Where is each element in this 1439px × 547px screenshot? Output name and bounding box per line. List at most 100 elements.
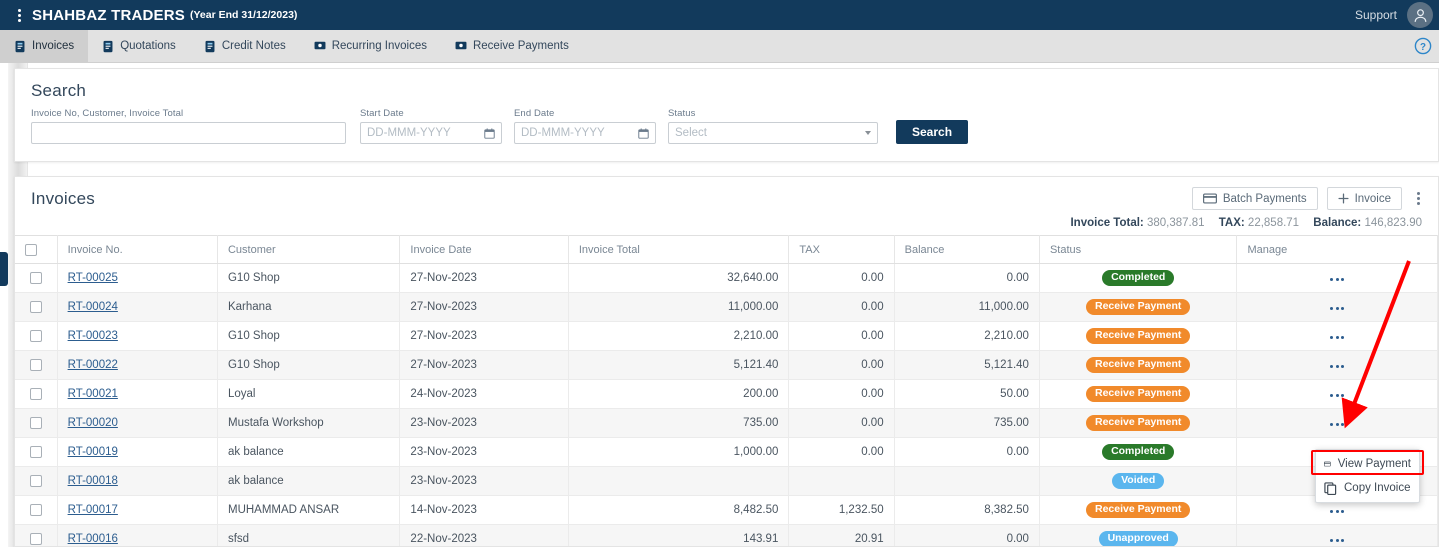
plus-icon <box>1338 193 1349 204</box>
row-actions-icon[interactable] <box>1330 510 1345 514</box>
tab-invoices[interactable]: Invoices <box>0 30 89 62</box>
row-checkbox[interactable] <box>29 359 42 372</box>
column-header-invoice-total[interactable]: Invoice Total <box>568 235 790 264</box>
row-checkbox[interactable] <box>29 330 42 343</box>
table-row[interactable]: RT-00018 ak balance 23-Nov-2023 Voided <box>15 466 1438 497</box>
row-actions-icon[interactable] <box>1330 365 1345 369</box>
row-select-cell <box>15 408 58 439</box>
status-badge[interactable]: Completed <box>1102 270 1175 287</box>
invoices-toolbar: Batch Payments Invoice <box>1191 187 1426 210</box>
chevron-down-icon <box>865 131 871 135</box>
status-badge[interactable]: Voided <box>1112 473 1165 490</box>
column-header-tax[interactable]: TAX <box>788 235 895 264</box>
status-select[interactable]: Select <box>668 122 878 144</box>
row-select-cell <box>15 350 58 381</box>
column-header-invoice-date[interactable]: Invoice Date <box>399 235 569 264</box>
credit-note-icon <box>204 40 216 53</box>
calendar-icon[interactable] <box>484 127 495 139</box>
invoice-number-link[interactable]: RT-00023 <box>68 330 118 342</box>
tab-credit-notes[interactable]: Credit Notes <box>190 30 300 62</box>
card-icon <box>1324 461 1331 467</box>
cell-manage <box>1236 292 1438 323</box>
row-checkbox[interactable] <box>29 533 42 546</box>
row-checkbox[interactable] <box>29 504 42 517</box>
table-row[interactable]: RT-00021 Loyal 24-Nov-2023 200.00 0.00 50.00 R… <box>15 379 1438 410</box>
tab-recurring-invoices[interactable]: Recurring Invoices <box>300 30 441 62</box>
invoice-number-link[interactable]: RT-00018 <box>68 475 118 487</box>
support-link[interactable]: Support <box>1355 8 1397 22</box>
invoice-number-link[interactable]: RT-00024 <box>68 301 118 313</box>
cell-manage <box>1236 524 1438 546</box>
row-checkbox[interactable] <box>29 388 42 401</box>
table-header-row: Invoice No. Customer Invoice Date Invoic… <box>15 235 1438 264</box>
row-actions-icon[interactable] <box>1330 307 1345 311</box>
tab-quotations[interactable]: Quotations <box>88 30 190 62</box>
column-header-invoice-no[interactable]: Invoice No. <box>57 235 218 264</box>
search-fields-row: Invoice No, Customer, Invoice Total Star… <box>15 101 1438 144</box>
invoice-number-link[interactable]: RT-00025 <box>68 272 118 284</box>
invoice-number-link[interactable]: RT-00020 <box>68 417 118 429</box>
table-row[interactable]: RT-00024 Karhana 27-Nov-2023 11,000.00 0.00 1… <box>15 292 1438 323</box>
row-actions-icon[interactable] <box>1330 278 1345 281</box>
status-badge[interactable]: Receive Payment <box>1086 357 1191 374</box>
invoice-number-link[interactable]: RT-00016 <box>68 533 118 545</box>
row-actions-icon[interactable] <box>1330 394 1345 398</box>
cell-status: Receive Payment <box>1039 495 1238 526</box>
avatar[interactable] <box>1407 2 1433 28</box>
row-checkbox[interactable] <box>29 475 42 488</box>
row-checkbox[interactable] <box>29 417 42 430</box>
tab-receive-payments[interactable]: Receive Payments <box>441 30 583 62</box>
status-badge[interactable]: Receive Payment <box>1086 299 1191 316</box>
cell-invoice-date: 14-Nov-2023 <box>399 495 569 526</box>
invoices-overflow-menu-icon[interactable] <box>1411 189 1426 208</box>
tax-total-label: TAX: <box>1218 217 1245 229</box>
table-row[interactable]: RT-00016 sfsd 22-Nov-2023 143.91 20.91 0.00 Un… <box>15 524 1438 546</box>
row-actions-icon[interactable] <box>1330 336 1345 340</box>
cell-tax: 0.00 <box>788 350 895 381</box>
menu-item-copy-invoice[interactable]: Copy Invoice <box>1316 476 1419 500</box>
table-row[interactable]: RT-00019 ak balance 23-Nov-2023 1,000.00 0.0… <box>15 437 1438 468</box>
status-badge[interactable]: Receive Payment <box>1086 328 1191 345</box>
help-button[interactable]: ? <box>1414 30 1439 62</box>
table-row[interactable]: RT-00022 G10 Shop 27-Nov-2023 5,121.40 0.00 5… <box>15 350 1438 381</box>
cell-invoice-date: 23-Nov-2023 <box>399 466 569 497</box>
status-badge[interactable]: Receive Payment <box>1086 415 1191 432</box>
select-all-checkbox[interactable] <box>25 243 37 256</box>
end-date-input[interactable]: DD-MMM-YYYY <box>514 122 656 144</box>
start-date-input[interactable]: DD-MMM-YYYY <box>360 122 502 144</box>
row-checkbox[interactable] <box>29 301 42 313</box>
table-row[interactable]: RT-00023 G10 Shop 27-Nov-2023 2,210.00 0.00 2… <box>15 321 1438 352</box>
invoice-number-link[interactable]: RT-00022 <box>68 359 118 371</box>
row-checkbox[interactable] <box>29 271 42 284</box>
invoice-icon <box>14 40 26 53</box>
calendar-icon[interactable] <box>638 127 649 139</box>
sidebar-toggle-handle[interactable] <box>0 252 8 286</box>
new-invoice-button[interactable]: Invoice <box>1326 187 1402 210</box>
status-badge[interactable]: Unapproved <box>1098 531 1178 546</box>
invoice-number-link[interactable]: RT-00021 <box>68 388 118 400</box>
cell-customer: Karhana <box>217 292 401 323</box>
table-row[interactable]: RT-00025 G10 Shop 27-Nov-2023 32,640.00 0.00… <box>15 263 1438 294</box>
batch-payments-button[interactable]: Batch Payments <box>1191 187 1318 210</box>
invoice-number-link[interactable]: RT-00019 <box>68 446 118 458</box>
column-header-status[interactable]: Status <box>1039 235 1238 264</box>
row-actions-icon[interactable] <box>1330 539 1345 543</box>
column-header-balance[interactable]: Balance <box>894 235 1040 264</box>
row-actions-icon[interactable] <box>1330 423 1345 427</box>
module-tab-bar: Invoices Quotations Credit Notes Recurri… <box>0 30 1439 63</box>
cell-status: Unapproved <box>1039 524 1238 546</box>
status-badge[interactable]: Completed <box>1102 444 1175 461</box>
status-badge[interactable]: Receive Payment <box>1086 386 1191 403</box>
status-badge[interactable]: Receive Payment <box>1086 502 1191 519</box>
row-checkbox[interactable] <box>29 446 42 459</box>
table-row[interactable]: RT-00020 Mustafa Workshop 23-Nov-2023 735.0… <box>15 408 1438 439</box>
main-menu-icon[interactable] <box>6 8 32 22</box>
cell-invoice-no: RT-00020 <box>57 408 218 439</box>
cell-invoice-total: 2,210.00 <box>568 321 790 352</box>
invoice-number-link[interactable]: RT-00017 <box>68 504 118 516</box>
search-input[interactable] <box>31 122 346 144</box>
column-header-customer[interactable]: Customer <box>217 235 401 264</box>
menu-item-view-payment[interactable]: View Payment <box>1316 452 1419 476</box>
search-button[interactable]: Search <box>896 120 969 144</box>
table-row[interactable]: RT-00017 MUHAMMAD ANSAR 14-Nov-2023 8,482.5… <box>15 495 1438 526</box>
